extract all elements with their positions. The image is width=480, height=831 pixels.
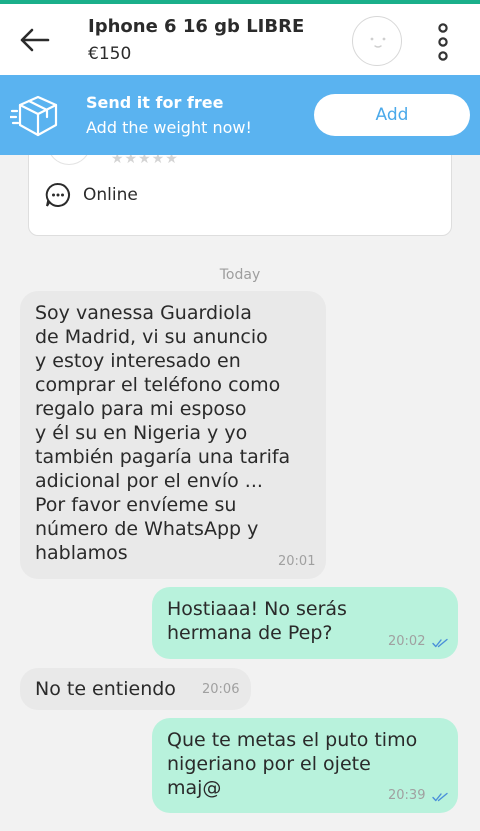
banner-subtitle: Add the weight now! (86, 118, 252, 137)
message-bubble-incoming[interactable]: No te entiendo 20:06 (20, 668, 251, 710)
online-status: Online (83, 185, 138, 205)
message-text: Hostiaaa! No serás hermana de Pep? (167, 598, 347, 644)
more-vertical-icon[interactable] (434, 22, 452, 62)
message-text: Que te metas el puto timo nigeriano por … (167, 729, 418, 799)
message-text: No te entiendo (35, 678, 176, 700)
smiley-avatar-icon[interactable] (352, 16, 402, 66)
arrow-left-icon[interactable] (18, 26, 50, 54)
message-bubble-outgoing[interactable]: Hostiaaa! No serás hermana de Pep? 20:02 (152, 587, 458, 659)
read-ticks-icon (432, 638, 448, 648)
banner-title: Send it for free (86, 93, 224, 112)
item-title[interactable]: Iphone 6 16 gb LIBRE (88, 16, 304, 37)
chat-dots-icon (45, 182, 70, 207)
message-time: 20:02 (388, 634, 426, 649)
message-text: Soy vanessa Guardiola de Madrid, vi su a… (35, 302, 291, 564)
box-icon (10, 95, 58, 137)
date-separator: Today (219, 267, 261, 283)
message-bubble-incoming[interactable]: Soy vanessa Guardiola de Madrid, vi su a… (20, 291, 326, 579)
add-weight-button[interactable]: Add (314, 94, 470, 136)
chat-header: Iphone 6 16 gb LIBRE €150 (0, 4, 480, 75)
message-bubble-outgoing[interactable]: Que te metas el puto timo nigeriano por … (152, 718, 458, 813)
message-time: 20:39 (388, 788, 426, 803)
message-time: 20:06 (202, 682, 240, 697)
message-time: 20:01 (278, 554, 316, 569)
read-ticks-icon (432, 792, 448, 802)
item-price: €150 (88, 44, 132, 64)
shipping-banner: Send it for free Add the weight now! Add (0, 75, 480, 155)
